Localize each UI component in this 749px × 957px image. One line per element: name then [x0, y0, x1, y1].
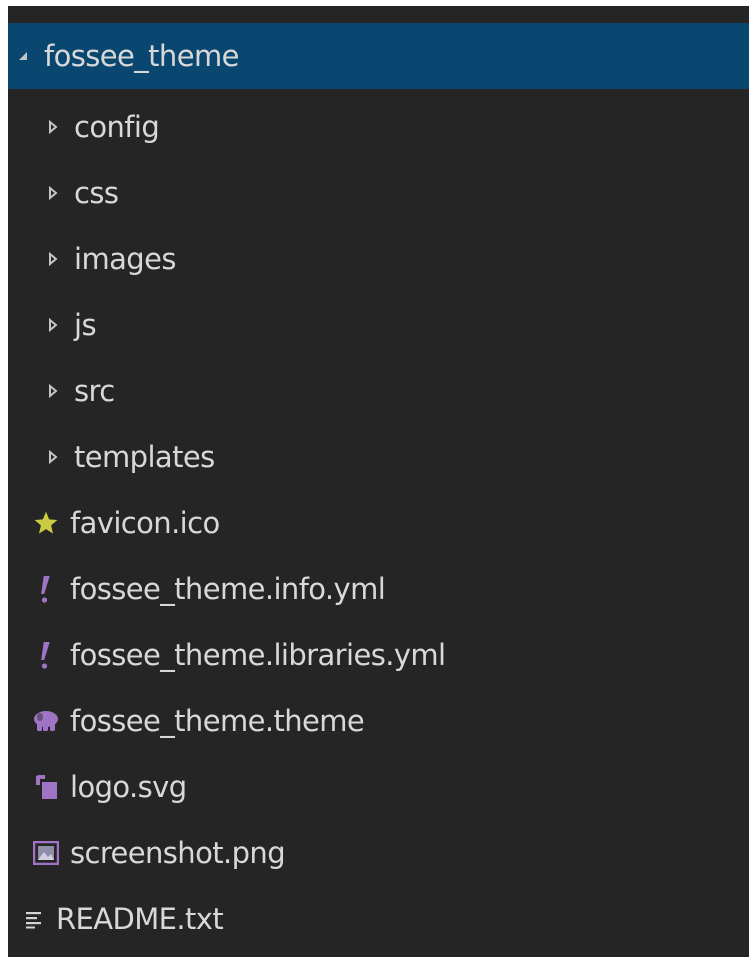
tree-item-src[interactable]: src: [8, 358, 749, 424]
chevron-down-icon[interactable]: [14, 41, 32, 71]
tree-item-label: screenshot.png: [70, 835, 286, 870]
svg-image-icon: [32, 772, 60, 802]
tree-item-label: src: [74, 373, 115, 408]
chevron-right-icon[interactable]: [44, 112, 62, 142]
tree-item-css[interactable]: css: [8, 160, 749, 226]
tree-item-label: images: [74, 241, 176, 276]
tree-item-theme-file[interactable]: fossee_theme.theme: [8, 688, 749, 754]
tree-item-label: fossee_theme: [44, 38, 239, 73]
tree-item-readme[interactable]: README.txt: [8, 886, 749, 952]
tree-item-fossee-theme[interactable]: fossee_theme: [8, 23, 749, 89]
tree-item-images[interactable]: images: [8, 226, 749, 292]
yaml-exclamation-icon: [32, 574, 60, 604]
tree-item-templates[interactable]: templates: [8, 424, 749, 490]
image-file-icon: [32, 838, 60, 868]
tree-item-label: templates: [74, 439, 215, 474]
tree-item-screenshot-png[interactable]: screenshot.png: [8, 820, 749, 886]
tree-item-config[interactable]: config: [8, 94, 749, 160]
star-icon: [32, 508, 60, 538]
tree-item-label: fossee_theme.libraries.yml: [70, 637, 446, 672]
file-explorer-panel: fossee_theme config css images js src te…: [8, 6, 749, 957]
tree-item-label: fossee_theme.info.yml: [70, 571, 386, 606]
tree-item-libraries-yml[interactable]: fossee_theme.libraries.yml: [8, 622, 749, 688]
tree-item-favicon[interactable]: favicon.ico: [8, 490, 749, 556]
tree-item-js[interactable]: js: [8, 292, 749, 358]
tree-item-label: fossee_theme.theme: [70, 703, 365, 738]
tree-item-label: css: [74, 175, 119, 210]
tree-item-label: favicon.ico: [70, 505, 220, 540]
text-lines-icon: [24, 904, 44, 934]
tree-item-info-yml[interactable]: fossee_theme.info.yml: [8, 556, 749, 622]
tree-item-label: README.txt: [56, 901, 224, 936]
chevron-right-icon[interactable]: [44, 376, 62, 406]
tree-item-logo-svg[interactable]: logo.svg: [8, 754, 749, 820]
tree-item-label: js: [74, 307, 97, 342]
chevron-right-icon[interactable]: [44, 442, 62, 472]
chevron-right-icon[interactable]: [44, 310, 62, 340]
php-elephant-icon: [32, 706, 60, 736]
tree-item-label: logo.svg: [70, 769, 187, 804]
panel-top-edge: [8, 6, 749, 16]
yaml-exclamation-icon: [32, 640, 60, 670]
chevron-right-icon[interactable]: [44, 244, 62, 274]
chevron-right-icon[interactable]: [44, 178, 62, 208]
tree-item-label: config: [74, 109, 160, 144]
